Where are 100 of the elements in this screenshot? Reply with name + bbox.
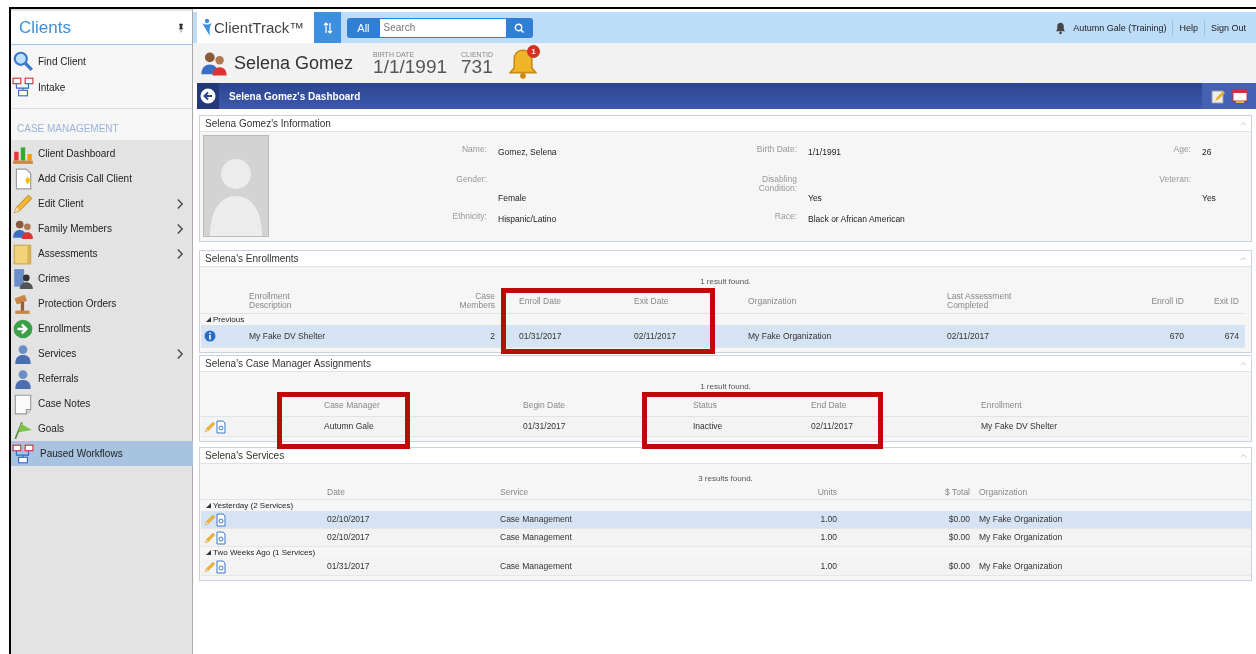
sidebar-item[interactable]: Referrals [11,366,192,391]
column-header: $ Total [843,486,976,500]
table-cell: $0.00 [843,511,976,529]
column-header: Service [481,486,761,500]
field-label: Veteran: [1158,173,1191,186]
sidebar-item[interactable]: Services [11,341,192,366]
panel-title: Selena's Services [205,450,285,461]
result-count: 3 results found. [698,474,753,483]
panel-title: Selena Gomez's Information [205,118,331,129]
view-document-icon[interactable] [216,559,226,574]
client-id: 731 [461,57,493,76]
sidebar-item[interactable]: Intake [11,74,192,100]
field-label: Race: [773,210,797,223]
sidebar-item[interactable]: Goals [11,416,192,441]
table-cell: 02/11/2017 [930,325,1130,348]
info-icon[interactable] [204,330,216,342]
sidebar-item[interactable]: Add Crisis Call Client [11,166,192,191]
sidebar-item[interactable]: Find Client [11,48,192,74]
sidebar-item[interactable]: Protection Orders [11,291,192,316]
bell-icon[interactable] [1054,20,1068,35]
pencil-icon[interactable] [204,419,216,434]
group-label[interactable]: Yesterday (2 Services) [213,501,294,510]
field-label: Birth Date: [755,143,797,156]
collapse-icon[interactable] [1240,453,1247,458]
sidebar-item[interactable]: Edit Client [11,191,192,216]
field-value: Black or African American [807,213,906,226]
arrow-circle-icon [12,317,34,340]
panel-title: Selena's Enrollments [205,253,299,264]
collapse-icon[interactable] [1240,121,1247,126]
switch-button[interactable] [314,12,342,43]
field-label: Age: [1172,143,1191,156]
table-cell: 02/10/2017 [291,511,481,529]
field-value: Yes [807,192,823,205]
table-cell: 674 [1190,325,1245,348]
birth-date: 1/1/1991 [373,57,448,76]
sidebar-title: Clients [19,17,71,38]
dashboard-title: Selena Gomez's Dashboard [229,90,361,102]
sidebar-item[interactable]: Client Dashboard [11,141,192,166]
sidebar-item[interactable]: Case Notes [11,391,192,416]
group-label[interactable]: Previous [213,315,245,324]
form-icon[interactable] [1232,88,1248,104]
expanded-triangle-icon[interactable] [206,503,211,508]
field-value: Gomez, Selena [497,146,558,159]
person-icon [12,342,34,365]
header-link[interactable]: Sign Out [1210,22,1246,33]
field-value: Hispanic/Latino [497,213,558,226]
table-cell: Case Management [481,511,761,529]
expanded-triangle-icon[interactable] [206,550,211,555]
pencil-icon [12,192,34,215]
field-value: 26 [1201,146,1213,159]
view-document-icon[interactable] [216,512,226,527]
section-title: CASE MANAGEMENT [17,123,119,134]
sidebar-item[interactable]: Paused Workflows [11,441,193,466]
back-arrow-icon[interactable] [200,88,216,104]
collapse-icon[interactable] [1240,361,1247,366]
field-value: 1/1/1991 [807,146,843,159]
table-cell: My Fake DV Shelter [241,325,453,348]
book-person-icon [12,267,34,290]
person-icon [12,367,34,390]
group-label[interactable]: Two Weeks Ago (1 Services) [213,548,316,557]
panel-title: Selena's Case Manager Assignments [205,358,371,369]
sidebar-item[interactable]: Enrollments [11,316,192,341]
column-header: Organization [976,486,1251,500]
collapse-icon[interactable] [1240,256,1247,261]
folder-icon [12,242,34,265]
table-cell: 670 [1130,325,1190,348]
table-cell: 2 [453,325,501,348]
user-link[interactable]: Autumn Gale (Training) [1073,22,1167,33]
magnifier-icon [12,50,34,72]
flowchart-icon [12,442,34,465]
view-document-icon[interactable] [216,419,226,434]
sidebar-item[interactable]: Crimes [11,266,192,291]
sidebar-item[interactable]: Assessments [11,241,192,266]
search-field[interactable]: Search [379,17,506,38]
pencil-icon[interactable] [204,530,216,545]
table-cell: 1.00 [761,511,843,529]
edit-document-icon[interactable] [1210,88,1226,104]
column-header: Date [291,486,481,500]
swap-arrows-icon [322,21,333,34]
scope-button[interactable]: All [347,17,380,38]
field-value: Female [497,192,528,205]
field-label: Name: [460,143,487,156]
sidebar-item[interactable]: Family Members [11,216,192,241]
bell-icon[interactable] [506,46,539,80]
app-logo: ClientTrack™ [197,12,315,43]
expanded-triangle-icon[interactable] [206,317,211,322]
header-link[interactable]: Help [1179,22,1198,33]
search-button[interactable] [505,17,533,38]
field-label: Gender: [455,173,487,186]
table-cell: My Fake Organization [976,511,1251,529]
client-name: Selena Gomez [234,52,354,74]
search-icon [514,22,525,33]
table-cell: My Fake Organization [719,325,930,348]
field-value: Yes [1201,192,1217,205]
view-document-icon[interactable] [216,530,226,545]
column-header: Enrollment Description [241,289,453,314]
field-label: Disabling Condition: [757,173,797,195]
figure-icon [200,17,214,38]
result-count: 1 result found. [700,382,751,391]
field-label: Ethnicity: [451,210,487,223]
